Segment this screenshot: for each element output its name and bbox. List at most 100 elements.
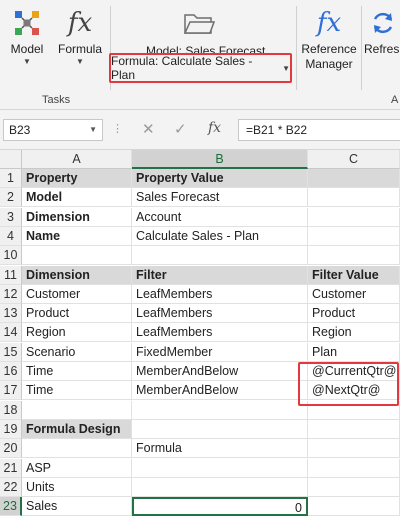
cell-b[interactable]: Calculate Sales - Plan — [132, 226, 308, 246]
row-header[interactable]: 2 — [0, 188, 22, 208]
cell-b[interactable] — [132, 458, 308, 478]
name-box-value: B23 — [9, 123, 31, 137]
cell-c[interactable]: Filter Value — [308, 265, 400, 285]
column-header-b[interactable]: B — [132, 150, 308, 169]
formula-input[interactable]: =B21 * B22 — [238, 119, 400, 141]
cell-a[interactable]: Customer — [22, 284, 132, 304]
cell-a[interactable]: Model — [22, 188, 132, 208]
cell-b[interactable]: LeafMembers — [132, 323, 308, 343]
cell-a[interactable]: Product — [22, 304, 132, 324]
row-header[interactable]: 15 — [0, 342, 22, 362]
cell-b[interactable]: LeafMembers — [132, 284, 308, 304]
cell-a[interactable]: Formula Design — [22, 419, 132, 439]
cell-c[interactable] — [308, 458, 400, 478]
refresh-button[interactable]: Refres — [364, 4, 400, 57]
model-icon — [4, 4, 50, 42]
selected-cell[interactable]: 0 — [132, 497, 308, 517]
enter-icon[interactable]: ✓ — [174, 120, 187, 138]
row-header[interactable]: 23 — [0, 497, 22, 517]
cell-b[interactable]: LeafMembers — [132, 304, 308, 324]
row-header[interactable]: 10 — [0, 246, 22, 266]
cell-a[interactable]: Property — [22, 169, 132, 188]
table-row: 11 Dimension Filter Filter Value — [0, 265, 400, 285]
select-all-corner[interactable] — [0, 150, 22, 169]
insert-function-icon[interactable]: fx — [208, 120, 221, 136]
cell-b[interactable]: Sales Forecast — [132, 188, 308, 208]
cell-a[interactable]: Name — [22, 226, 132, 246]
cell-b[interactable]: Account — [132, 207, 308, 227]
cell-b[interactable]: MemberAndBelow — [132, 362, 308, 381]
formula-dropdown-value: Formula: Calculate Sales - Plan — [111, 54, 253, 82]
row-header[interactable]: 11 — [0, 265, 22, 285]
cell-c[interactable]: Product — [308, 304, 400, 324]
cell-b[interactable]: Formula — [132, 439, 308, 459]
cell-b[interactable] — [132, 477, 308, 497]
formula-bar-grip[interactable]: ⋮ — [112, 122, 123, 135]
row-header[interactable]: 18 — [0, 400, 22, 420]
cell-b[interactable]: Property Value — [132, 169, 308, 188]
column-header-a[interactable]: A — [22, 150, 132, 169]
cell-c[interactable] — [308, 419, 400, 439]
ribbon-divider — [296, 6, 297, 90]
cell-c[interactable] — [308, 497, 400, 517]
cell-c[interactable] — [308, 207, 400, 227]
cell-a[interactable] — [22, 246, 132, 266]
cell-a[interactable]: Scenario — [22, 342, 132, 362]
cell-b[interactable]: MemberAndBelow — [132, 381, 308, 401]
cell-c[interactable] — [308, 477, 400, 497]
open-model-button[interactable] — [176, 4, 222, 42]
column-header-c[interactable]: C — [308, 150, 400, 169]
cell-c[interactable] — [308, 246, 400, 266]
cell-a[interactable]: ASP — [22, 458, 132, 478]
row-header[interactable]: 1 — [0, 169, 22, 188]
cell-b[interactable] — [132, 419, 308, 439]
row-header[interactable]: 19 — [0, 419, 22, 439]
row-header[interactable]: 16 — [0, 362, 22, 381]
row-header[interactable]: 17 — [0, 381, 22, 401]
cell-c[interactable]: Region — [308, 323, 400, 343]
row-header[interactable]: 13 — [0, 304, 22, 324]
cancel-icon[interactable]: ✕ — [142, 120, 155, 138]
row-header[interactable]: 22 — [0, 477, 22, 497]
chevron-down-icon: ▼ — [282, 63, 290, 73]
cell-c[interactable] — [308, 188, 400, 208]
formula-bar: B23 ▼ ⋮ ✕ ✓ fx =B21 * B22 — [0, 110, 400, 150]
cell-c[interactable] — [308, 169, 400, 188]
row-header[interactable]: 21 — [0, 458, 22, 478]
cell-a[interactable] — [22, 400, 132, 420]
table-row: 3 Dimension Account — [0, 207, 400, 227]
ribbon-group-a: A — [391, 94, 399, 106]
row-header[interactable]: 3 — [0, 207, 22, 227]
refresh-icon — [364, 4, 400, 42]
cell-a[interactable]: Dimension — [22, 207, 132, 227]
cell-a[interactable]: Time — [22, 362, 132, 381]
cell-a[interactable]: Region — [22, 323, 132, 343]
cell-b[interactable]: Filter — [132, 265, 308, 285]
cell-b[interactable] — [132, 400, 308, 420]
cell-a[interactable] — [22, 439, 132, 459]
cell-a[interactable]: Units — [22, 477, 132, 497]
cell-a[interactable]: Time — [22, 381, 132, 401]
cell-c[interactable]: Plan — [308, 342, 400, 362]
cell-a[interactable]: Sales — [22, 497, 132, 517]
table-row: 10 — [0, 246, 400, 266]
formula-dropdown[interactable]: Formula: Calculate Sales - Plan ▼ — [109, 53, 292, 83]
cell-b[interactable] — [132, 246, 308, 266]
cell-c[interactable] — [308, 226, 400, 246]
row-header[interactable]: 20 — [0, 439, 22, 459]
row-header[interactable]: 4 — [0, 226, 22, 246]
table-row: 12 Customer LeafMembers Customer — [0, 284, 400, 304]
row-header[interactable]: 14 — [0, 323, 22, 343]
cell-c[interactable] — [308, 439, 400, 459]
cell-c[interactable]: Customer — [308, 284, 400, 304]
folder-icon — [176, 4, 222, 42]
table-row: 4 Name Calculate Sales - Plan — [0, 226, 400, 246]
reference-manager-button[interactable]: fx Reference Manager — [300, 4, 358, 72]
formula-button[interactable]: fx Formula ▼ — [54, 4, 106, 67]
model-button[interactable]: Model ▼ — [4, 4, 50, 67]
table-row: 13 Product LeafMembers Product — [0, 304, 400, 324]
name-box[interactable]: B23 ▼ — [3, 119, 103, 141]
cell-a[interactable]: Dimension — [22, 265, 132, 285]
row-header[interactable]: 12 — [0, 284, 22, 304]
cell-b[interactable]: FixedMember — [132, 342, 308, 362]
